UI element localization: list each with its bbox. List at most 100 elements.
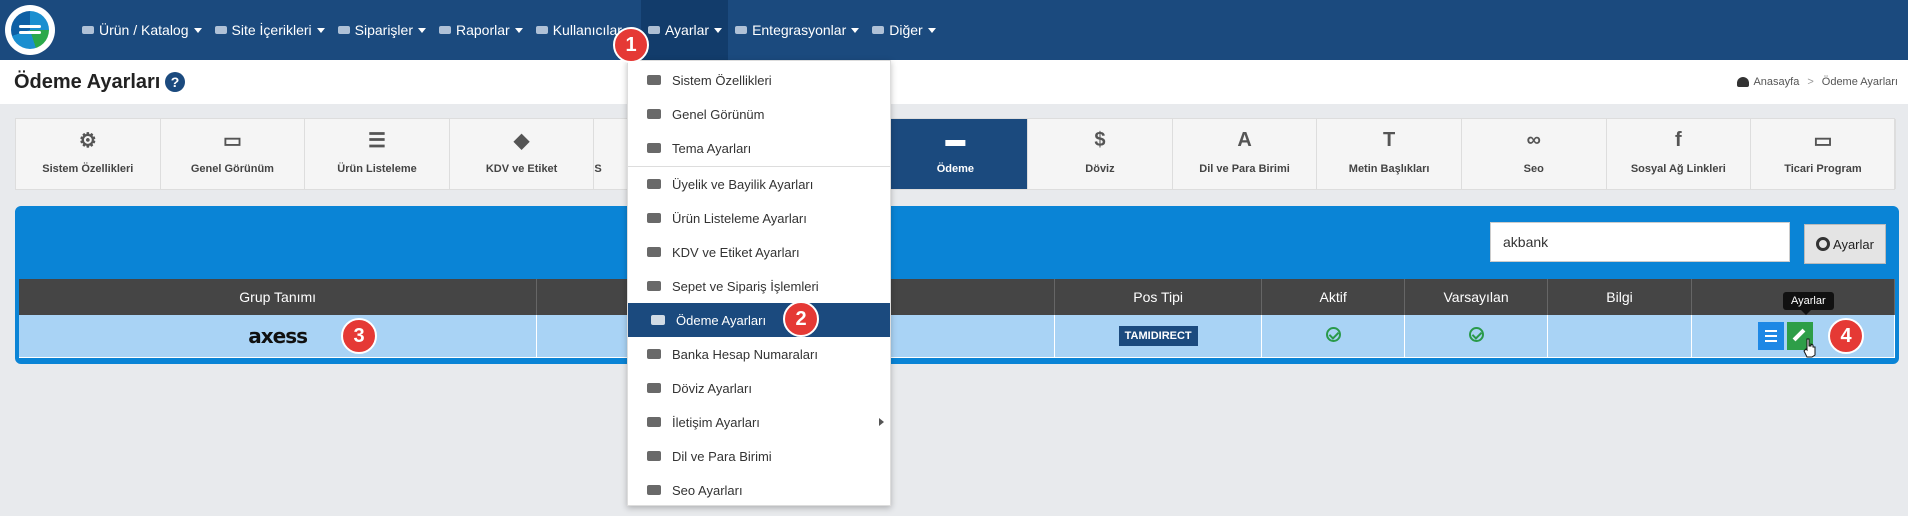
dd-label: Genel Görünüm xyxy=(672,106,765,122)
network-icon xyxy=(734,24,748,36)
tab-label: S xyxy=(594,163,602,175)
list-icon xyxy=(646,211,662,225)
main-nav: Ürün / Katalog Site İçerikleri Siparişle… xyxy=(75,0,942,60)
dd-seo-ayarlari[interactable]: Seo Ayarları xyxy=(628,473,890,507)
tab-doviz[interactable]: $ Döviz xyxy=(1028,119,1173,189)
tab-sosyal-ag[interactable]: f Sosyal Ağ Linkleri xyxy=(1607,119,1752,189)
caret-down-icon xyxy=(851,27,860,33)
nav-label: Ayarlar xyxy=(664,22,710,38)
nav-site-icerikleri[interactable]: Site İçerikleri xyxy=(208,0,331,60)
dd-banka-hesap[interactable]: Banka Hesap Numaraları xyxy=(628,337,890,371)
files-icon xyxy=(214,24,228,36)
tab-metin-basliklari[interactable]: T Metin Başlıkları xyxy=(1317,119,1462,189)
dd-kdv-etiket[interactable]: KDV ve Etiket Ayarları xyxy=(628,235,890,269)
breadcrumb-current: Ödeme Ayarları xyxy=(1821,76,1898,88)
tab-odeme[interactable]: ▬ Ödeme xyxy=(883,119,1029,189)
caret-down-icon xyxy=(514,27,523,33)
tab-label: Dil ve Para Birimi xyxy=(1199,163,1290,175)
brush-icon xyxy=(646,141,662,155)
facebook-icon: f xyxy=(1674,128,1682,151)
nav-label: Entegrasyonlar xyxy=(752,22,847,38)
tab-genel-gorunum[interactable]: ▭ Genel Görünüm xyxy=(161,119,306,189)
text-height-icon: T xyxy=(1383,128,1396,151)
axess-logo: axess xyxy=(248,323,308,348)
tab-dil-para-birimi[interactable]: A Dil ve Para Birimi xyxy=(1173,119,1318,189)
cogs-icon xyxy=(647,24,661,36)
column-header[interactable]: Bilgi xyxy=(1547,279,1692,315)
caret-down-icon xyxy=(927,27,936,33)
pos-type-badge: TAMIDIRECT xyxy=(1118,325,1198,346)
dd-sistem-ozellikleri[interactable]: Sistem Özellikleri xyxy=(628,63,890,97)
tab-label: Metin Başlıkları xyxy=(1348,163,1430,175)
ayarlar-button-label: Ayarlar xyxy=(1833,236,1874,252)
nav-label: Ürün / Katalog xyxy=(99,22,189,38)
nav-raporlar[interactable]: Raporlar xyxy=(432,0,529,60)
step-marker-2: 2 xyxy=(783,301,819,337)
ayarlar-dropdown: Sistem Özellikleri Genel Görünüm Tema Ay… xyxy=(627,60,891,506)
language-icon: A xyxy=(1237,128,1252,151)
column-header[interactable]: Grup Tanımı xyxy=(19,279,538,315)
dollar-icon: $ xyxy=(1094,128,1106,151)
nav-urun-katalog[interactable]: Ürün / Katalog xyxy=(75,0,208,60)
dd-label: Tema Ayarları xyxy=(672,140,752,156)
nav-entegrasyonlar[interactable]: Entegrasyonlar xyxy=(728,0,865,60)
tab-label: Sistem Özellikleri xyxy=(42,163,134,175)
column-header[interactable]: Varsayılan xyxy=(1404,279,1549,315)
ayarlar-button[interactable]: Ayarlar xyxy=(1804,224,1886,264)
column-header[interactable]: Aktif xyxy=(1261,279,1406,315)
dd-doviz-ayarlari[interactable]: Döviz Ayarları xyxy=(628,371,890,405)
logo[interactable] xyxy=(5,5,55,55)
dd-iletisim-ayarlari[interactable]: İletişim Ayarları xyxy=(628,405,890,439)
pos-table: Grup Tanımı Pos Tipi Aktif Varsayılan Bi… xyxy=(19,279,1895,358)
help-icon[interactable]: ? xyxy=(165,72,185,92)
nav-ayarlar[interactable]: Ayarlar xyxy=(640,0,729,60)
report-icon xyxy=(438,24,452,36)
globe-logo-icon xyxy=(11,11,49,49)
cogs-icon xyxy=(646,73,662,87)
link-icon: ∞ xyxy=(1526,128,1541,151)
dd-label: Sepet ve Sipariş İşlemleri xyxy=(672,278,819,294)
dd-sepet-siparis[interactable]: Sepet ve Sipariş İşlemleri xyxy=(628,269,890,303)
monitor-icon xyxy=(646,107,662,121)
tab-sistem-ozellikleri[interactable]: ⚙ Sistem Özellikleri xyxy=(16,119,161,189)
dd-label: KDV ve Etiket Ayarları xyxy=(672,244,800,260)
nav-siparisler[interactable]: Siparişler xyxy=(331,0,432,60)
cogs-icon xyxy=(1816,237,1831,251)
tooltip: Ayarlar xyxy=(1783,292,1834,315)
dd-odeme-ayarlari[interactable]: Ödeme Ayarları xyxy=(628,303,890,337)
caret-right-icon xyxy=(879,418,884,426)
truck-icon xyxy=(337,24,351,36)
caret-down-icon xyxy=(418,27,426,33)
group-cell: axess xyxy=(19,315,538,358)
dd-label: Banka Hesap Numaraları xyxy=(672,346,818,362)
monitor-icon: ▭ xyxy=(222,129,242,152)
dd-genel-gorunum[interactable]: Genel Görünüm xyxy=(628,97,890,131)
nav-label: Site İçerikleri xyxy=(231,22,312,38)
tab-label: KDV ve Etiket xyxy=(485,163,558,175)
tab-kdv-etiket[interactable]: ◆ KDV ve Etiket xyxy=(450,119,595,189)
column-header[interactable]: Pos Tipi xyxy=(1054,279,1263,315)
grid-icon xyxy=(871,24,885,36)
caret-down-icon xyxy=(193,27,202,33)
tags-icon: ◆ xyxy=(513,129,530,152)
dd-dil-para-birimi[interactable]: Dil ve Para Birimi xyxy=(628,439,890,473)
active-cell xyxy=(1261,315,1406,358)
settings-tabs: ⚙ Sistem Özellikleri ▭ Genel Görünüm ☰ Ürün… xyxy=(15,118,1896,190)
tab-seo[interactable]: ∞ Seo xyxy=(1462,119,1607,189)
dd-tema-ayarlari[interactable]: Tema Ayarları xyxy=(628,131,890,165)
dd-uyelik-bayilik[interactable]: Üyelik ve Bayilik Ayarları xyxy=(628,167,890,201)
desktop-code-icon: ▭ xyxy=(1813,129,1833,152)
nav-diger[interactable]: Diğer xyxy=(865,0,941,60)
search-input[interactable] xyxy=(1490,222,1790,262)
boxes-icon xyxy=(81,24,95,36)
list-icon: ☰ xyxy=(368,129,386,152)
tab-urun-listeleme[interactable]: ☰ Ürün Listeleme xyxy=(305,119,450,189)
dd-urun-listeleme[interactable]: Ürün Listeleme Ayarları xyxy=(628,201,890,235)
check-circle-icon xyxy=(1468,326,1484,342)
dashboard-icon xyxy=(1737,77,1750,87)
tab-ticari-program[interactable]: ▭ Ticari Program xyxy=(1751,119,1896,189)
page-header: Ödeme Ayarları ? Anasayfa > Ödeme Ayarla… xyxy=(0,60,1908,104)
breadcrumb-home[interactable]: Anasayfa xyxy=(1753,76,1799,88)
details-button[interactable] xyxy=(1758,321,1784,350)
table-row: axess TAMIDIRECT xyxy=(19,315,1895,358)
